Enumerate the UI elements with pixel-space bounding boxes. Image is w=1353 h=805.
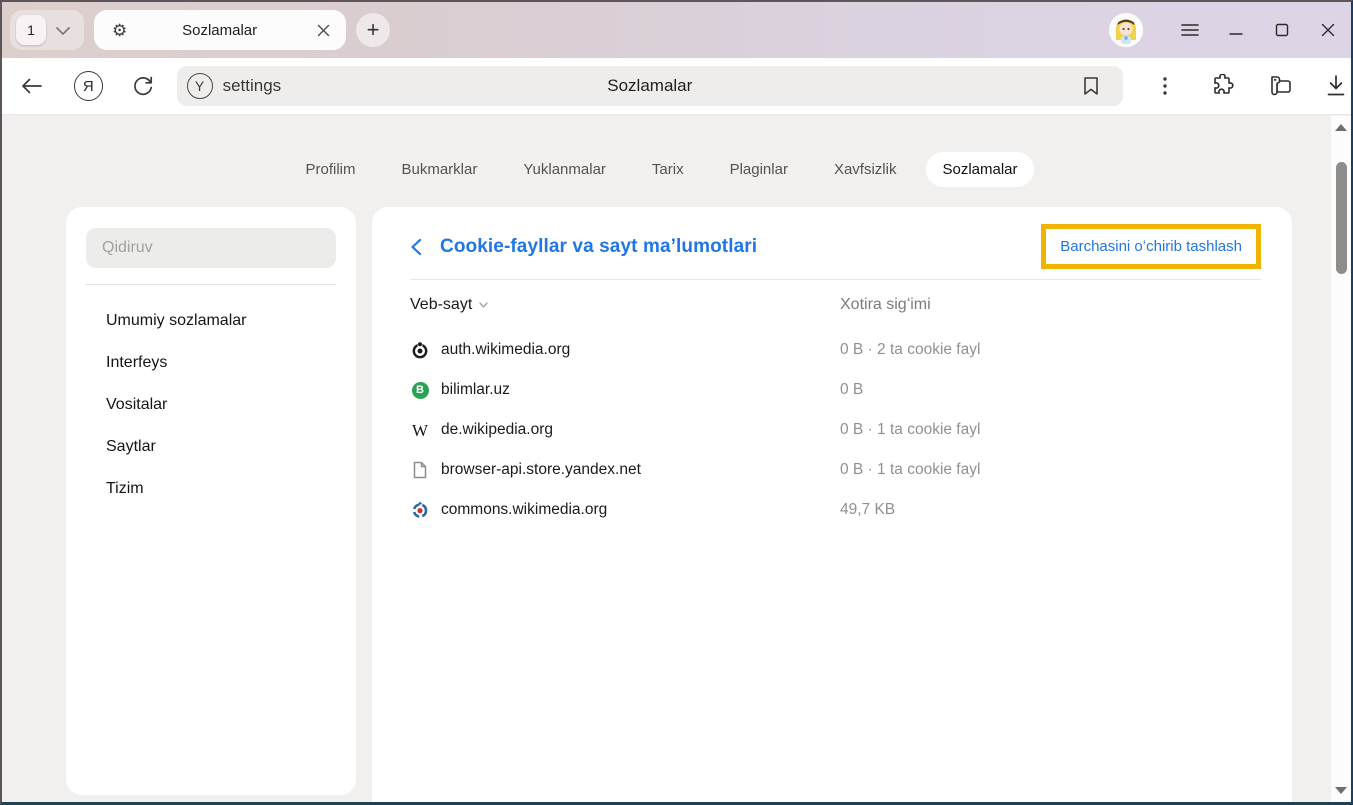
scrollbar-thumb[interactable] [1336,162,1347,274]
titlebar-right-controls [1109,10,1351,50]
site-storage-size: 0 B [840,381,863,399]
sidebar-item-umumiy-sozlamalar[interactable]: Umumiy sozlamalar [66,300,356,342]
document-icon [410,461,430,479]
table-header: Veb-sayt Xotira sigʻimi [410,292,1261,318]
table-row[interactable]: auth.wikimedia.org 0 B · 2 ta cookie fay… [410,330,1261,370]
scrollbar-down-arrow[interactable] [1335,787,1347,794]
yandex-browser-logo-icon[interactable]: Я [74,71,104,101]
nav-tab-tarix[interactable]: Tarix [636,152,700,187]
sidebar-item-vositalar[interactable]: Vositalar [66,384,356,426]
sidebar-item-tizim[interactable]: Tizim [66,468,356,510]
close-button[interactable] [1305,10,1351,50]
browser-window: 1 ⚙ Sozlamalar + [0,0,1353,805]
nav-tab-yuklanmalar[interactable]: Yuklanmalar [507,152,622,187]
page-title: Cookie-fayllar va sayt ma’lumotlari [440,236,757,258]
table-row[interactable]: browser-api.store.yandex.net 0 B · 1 ta … [410,450,1261,490]
site-name: commons.wikimedia.org [441,501,607,519]
vertical-scrollbar[interactable] [1330,116,1351,802]
tab-title: Sozlamalar [127,22,312,39]
profile-avatar[interactable] [1109,13,1143,47]
tab-counter-group[interactable]: 1 [10,10,84,50]
title-bar: 1 ⚙ Sozlamalar + [2,2,1351,58]
settings-page: Profilim Bukmarklar Yuklanmalar Tarix Pl… [2,116,1351,802]
tab-close-icon[interactable] [312,19,334,41]
sort-chevron-icon [479,302,488,308]
site-settings-icon[interactable]: Y [187,73,213,99]
address-bar[interactable]: Y settings Sozlamalar [177,66,1123,106]
site-name: auth.wikimedia.org [441,341,570,359]
bookmark-icon[interactable] [1071,69,1111,103]
site-name: browser-api.store.yandex.net [441,461,641,479]
wikimedia-commons-icon [410,501,430,519]
settings-nav-tabs: Profilim Bukmarklar Yuklanmalar Tarix Pl… [2,152,1321,187]
column-header-site-label: Veb-sayt [410,296,472,314]
cookies-panel-header: Cookie-fayllar va sayt ma’lumotlari Barc… [410,207,1261,269]
site-storage-size: 0 B · 2 ta cookie fayl [840,341,980,359]
reload-button[interactable] [129,72,157,100]
password-manager-icon[interactable] [1264,72,1294,100]
nav-tab-plaginlar[interactable]: Plaginlar [714,152,804,187]
nav-tab-sozlamalar[interactable]: Sozlamalar [926,152,1033,187]
toolbar: Я Y settings Sozlamalar [2,58,1351,115]
maximize-button[interactable] [1259,10,1305,50]
gear-icon: ⚙ [112,22,127,39]
browser-tab[interactable]: ⚙ Sozlamalar [94,10,346,50]
nav-tab-bukmarklar[interactable]: Bukmarklar [386,152,494,187]
site-name: de.wikipedia.org [441,421,553,439]
extensions-puzzle-icon[interactable] [1207,72,1237,100]
clear-all-button[interactable]: Barchasini oʻchirib tashlash [1046,229,1256,264]
site-storage-size: 0 B · 1 ta cookie fayl [840,461,980,479]
bilimlar-favicon: B [410,382,430,399]
wikipedia-w-icon: W [410,422,430,439]
cookies-panel: Cookie-fayllar va sayt ma’lumotlari Barc… [372,207,1292,805]
column-header-site[interactable]: Veb-sayt [410,296,840,314]
downloads-icon[interactable] [1321,72,1351,100]
minimize-button[interactable] [1213,10,1259,50]
new-tab-button[interactable]: + [356,13,390,47]
table-row[interactable]: commons.wikimedia.org 49,7 KB [410,490,1261,530]
table-row[interactable]: B bilimlar.uz 0 B [410,370,1261,410]
nav-tab-xavfsizlik[interactable]: Xavfsizlik [818,152,913,187]
sidebar-item-interfeys[interactable]: Interfeys [66,342,356,384]
nav-tab-profilim[interactable]: Profilim [289,152,371,187]
column-header-size: Xotira sigʻimi [840,296,931,314]
back-chevron-icon[interactable] [410,238,422,256]
site-table: auth.wikimedia.org 0 B · 2 ta cookie fay… [410,330,1261,530]
search-input[interactable] [86,228,336,268]
back-button[interactable] [18,72,46,100]
header-divider [410,279,1261,280]
toolbar-right-icons [1123,72,1351,100]
menu-hamburger-icon[interactable] [1167,10,1213,50]
clear-all-highlight-box: Barchasini oʻchirib tashlash [1041,224,1261,269]
more-options-icon[interactable] [1150,72,1180,100]
scrollbar-up-arrow[interactable] [1335,124,1347,131]
sidebar-list: Umumiy sozlamalar Interfeys Vositalar Sa… [66,285,356,510]
url-text[interactable]: settings [223,76,282,96]
site-storage-size: 0 B · 1 ta cookie fayl [840,421,980,439]
address-bar-page-title: Sozlamalar [177,76,1123,96]
table-row[interactable]: W de.wikipedia.org 0 B · 1 ta cookie fay… [410,410,1261,450]
tab-counter-button[interactable]: 1 [16,15,46,45]
chevron-down-icon[interactable] [56,26,70,35]
settings-sidebar: Umumiy sozlamalar Interfeys Vositalar Sa… [66,207,356,795]
sidebar-item-saytlar[interactable]: Saytlar [66,426,356,468]
site-name: bilimlar.uz [441,381,510,399]
wikimedia-community-icon [410,341,430,359]
site-storage-size: 49,7 KB [840,501,895,519]
